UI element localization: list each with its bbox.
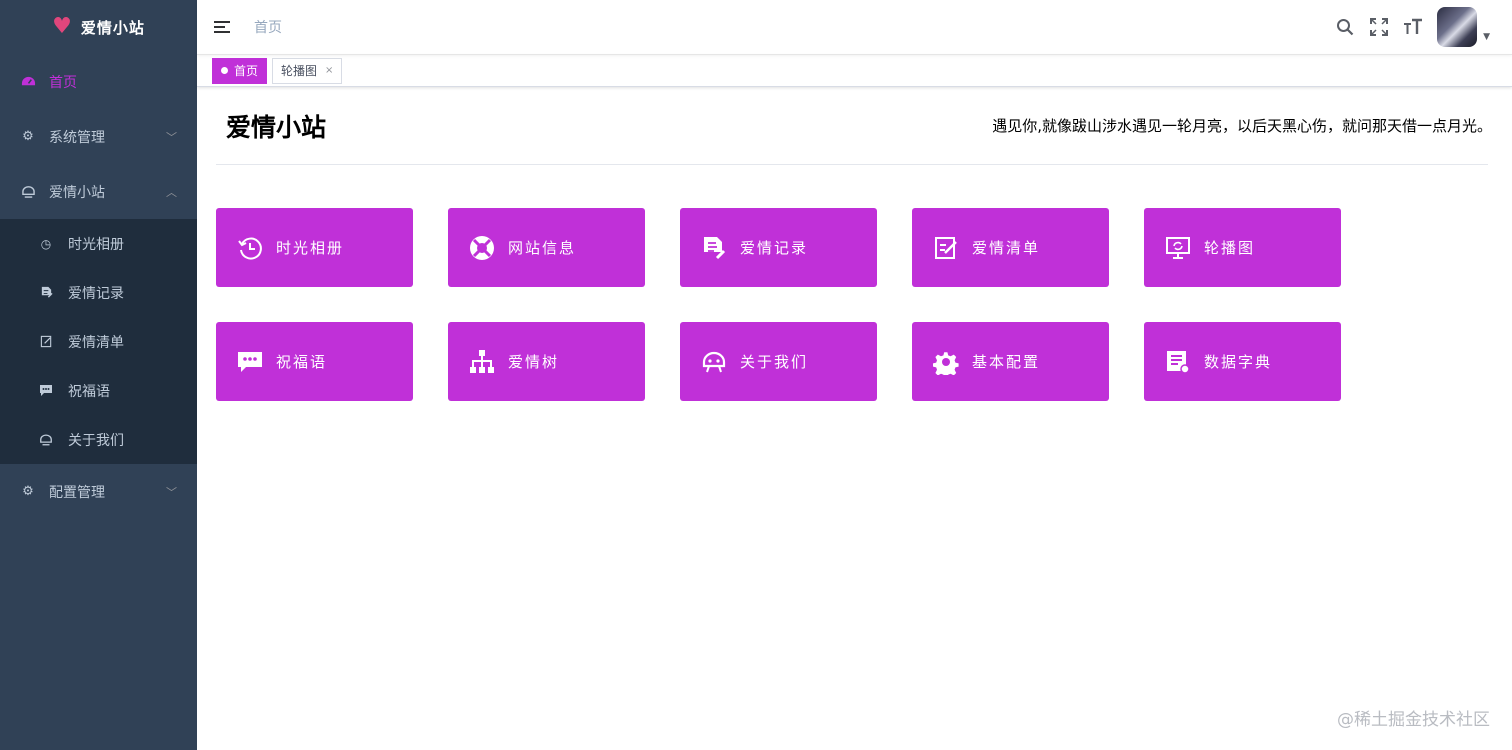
- sidebar-item-label: 爱情记录: [68, 285, 124, 302]
- sidebar-item-label: 爱情小站: [49, 184, 105, 201]
- tag-home[interactable]: 首页: [212, 57, 268, 84]
- sidebar-item-home[interactable]: 首页: [0, 54, 197, 109]
- sidebar-item-system[interactable]: ⚙ 系统管理 ﹀: [0, 109, 197, 164]
- checklist-icon: [932, 234, 960, 262]
- card-about-us[interactable]: 关于我们: [680, 322, 877, 401]
- sidebar-item-label: 首页: [49, 74, 77, 91]
- chevron-up-icon: ︿: [166, 185, 177, 199]
- gear-icon: ⚙: [22, 484, 34, 499]
- card-blessing[interactable]: 祝福语: [216, 322, 413, 401]
- sidebar-item-label: 祝福语: [68, 383, 110, 400]
- dictionary-icon: [1164, 348, 1192, 376]
- main-area: 首页 ▼ 首页 轮播图 × 爱情小站 遇见你,就像跋山涉水遇见一轮月亮，以后天黑…: [197, 0, 1512, 750]
- card-label: 轮播图: [1204, 239, 1256, 257]
- gear-icon: [932, 348, 960, 376]
- page-title: 爱情小站: [226, 112, 327, 142]
- sidebar-item-label: 系统管理: [49, 129, 105, 146]
- monitor-icon: [1164, 234, 1192, 262]
- navbar: 首页 ▼: [197, 0, 1512, 55]
- sidebar-item-love-list[interactable]: 爱情清单: [0, 317, 197, 366]
- chat-icon: [39, 384, 53, 398]
- fullscreen-icon[interactable]: [1369, 17, 1389, 37]
- card-label: 爱情记录: [740, 239, 809, 257]
- chevron-down-icon: ﹀: [166, 485, 177, 499]
- active-dot-icon: [221, 67, 228, 74]
- page-header: 爱情小站 遇见你,就像跋山涉水遇见一轮月亮，以后天黑心伤，就问那天借一点月光。: [216, 87, 1492, 165]
- breadcrumb[interactable]: 首页: [254, 17, 282, 37]
- sidebar-item-love-site[interactable]: 爱情小站 ︿: [0, 164, 197, 219]
- sidebar-item-love-record[interactable]: 爱情记录: [0, 268, 197, 317]
- history-icon: [236, 234, 264, 262]
- history-icon: ◷: [40, 236, 52, 251]
- card-love-record[interactable]: 爱情记录: [680, 208, 877, 287]
- card-label: 祝福语: [276, 353, 328, 371]
- card-label: 网站信息: [508, 239, 577, 257]
- card-photo-album[interactable]: 时光相册: [216, 208, 413, 287]
- heart-icon: ♥: [52, 14, 73, 39]
- sidebar-item-label: 时光相册: [68, 236, 124, 253]
- card-label: 爱情树: [508, 353, 560, 371]
- card-love-list[interactable]: 爱情清单: [912, 208, 1109, 287]
- card-label: 时光相册: [276, 239, 345, 257]
- dashboard-content: 爱情小站 遇见你,就像跋山涉水遇见一轮月亮，以后天黑心伤，就问那天借一点月光。 …: [197, 87, 1512, 401]
- card-love-tree[interactable]: 爱情树: [448, 322, 645, 401]
- card-label: 关于我们: [740, 353, 809, 371]
- caret-down-icon[interactable]: ▼: [1483, 32, 1490, 42]
- checklist-icon: [39, 335, 53, 349]
- sidebar-item-config[interactable]: ⚙ 配置管理 ﹀: [0, 464, 197, 519]
- chat-icon: [236, 348, 264, 376]
- robot-icon: [700, 348, 728, 376]
- font-size-icon[interactable]: [1403, 17, 1423, 37]
- tags-view: 首页 轮播图 ×: [197, 55, 1512, 87]
- tree-icon: [468, 348, 496, 376]
- card-label: 爱情清单: [972, 239, 1041, 257]
- card-site-info[interactable]: 网站信息: [448, 208, 645, 287]
- card-basic-config[interactable]: 基本配置: [912, 322, 1109, 401]
- quote-text: 遇见你,就像跋山涉水遇见一轮月亮，以后天黑心伤，就问那天借一点月光。: [992, 117, 1492, 135]
- card-label: 基本配置: [972, 353, 1041, 371]
- sidebar-item-label: 配置管理: [49, 484, 105, 501]
- sidebar-item-blessing[interactable]: 祝福语: [0, 366, 197, 415]
- robot-icon: [39, 433, 53, 447]
- gear-icon: ⚙: [22, 129, 34, 144]
- tag-label: 轮播图: [281, 64, 318, 78]
- search-icon[interactable]: [1335, 17, 1355, 37]
- app-title: 爱情小站: [80, 18, 145, 37]
- navbar-right: ▼: [1335, 0, 1490, 54]
- document-edit-icon: [700, 234, 728, 262]
- couple-icon: [20, 184, 36, 200]
- document-edit-icon: [39, 286, 53, 300]
- hamburger-icon[interactable]: [214, 21, 230, 33]
- sidebar-item-photo-album[interactable]: ◷ 时光相册: [0, 219, 197, 268]
- submenu-love-site: ◷ 时光相册 爱情记录 爱情清单 祝福语 关于我们: [0, 219, 197, 464]
- tag-label: 首页: [234, 64, 259, 78]
- avatar[interactable]: [1437, 7, 1478, 47]
- sidebar-item-about-us[interactable]: 关于我们: [0, 415, 197, 464]
- close-icon[interactable]: ×: [325, 65, 333, 76]
- card-label: 数据字典: [1204, 353, 1273, 371]
- card-data-dictionary[interactable]: 数据字典: [1144, 322, 1341, 401]
- sidebar: ♥ 爱情小站 首页 ⚙ 系统管理 ﹀ 爱情小站 ︿ ◷ 时光相册 爱情记录 爱情…: [0, 0, 197, 750]
- sidebar-item-label: 爱情清单: [68, 334, 124, 351]
- watermark: @稀土掘金技术社区: [1337, 710, 1490, 730]
- app-logo[interactable]: ♥ 爱情小站: [0, 0, 197, 54]
- sidebar-item-label: 关于我们: [68, 432, 124, 449]
- lifebuoy-icon: [468, 234, 496, 262]
- chevron-down-icon: ﹀: [166, 130, 177, 144]
- card-carousel[interactable]: 轮播图: [1144, 208, 1341, 287]
- tag-carousel[interactable]: 轮播图 ×: [272, 57, 343, 84]
- dashboard-icon: [20, 74, 36, 90]
